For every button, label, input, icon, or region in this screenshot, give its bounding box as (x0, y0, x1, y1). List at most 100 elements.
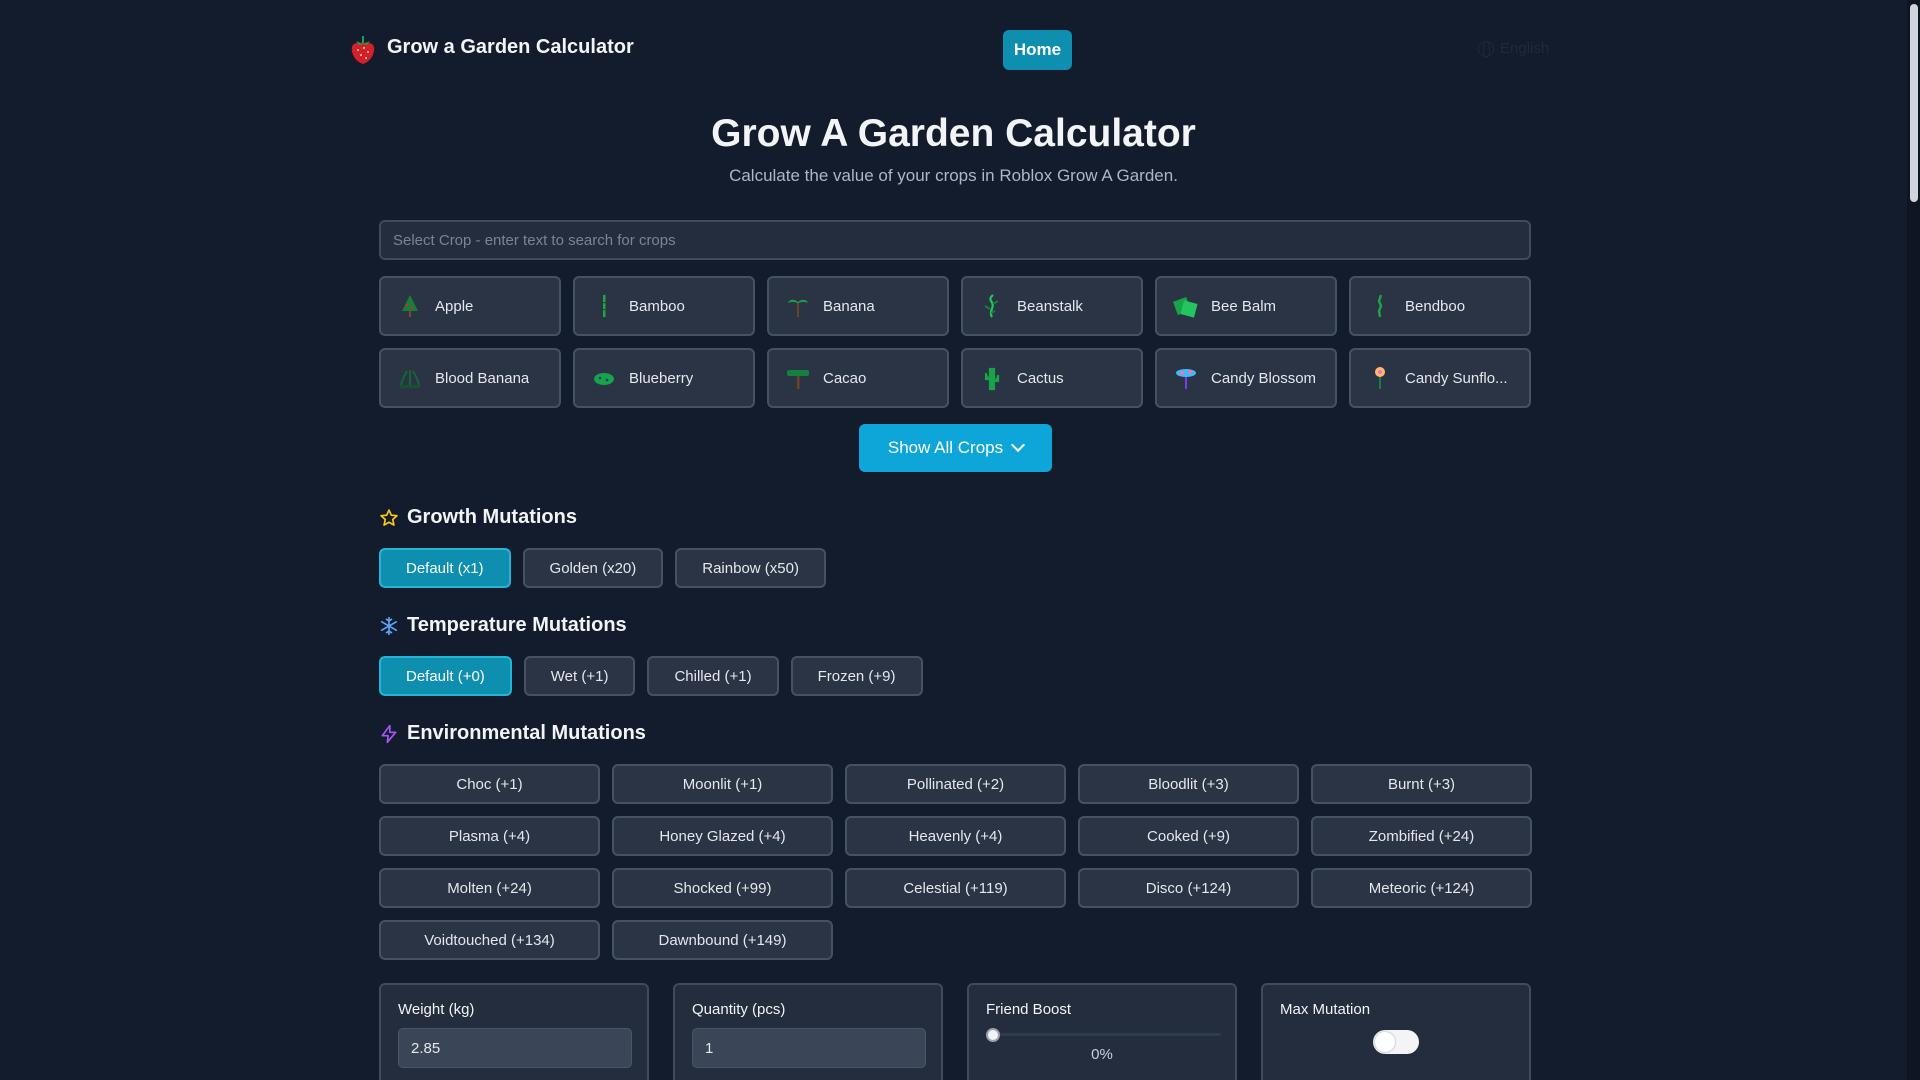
environmental-mutation-option[interactable]: Burnt (+3) (1311, 764, 1532, 804)
crop-option[interactable]: Cactus (961, 348, 1143, 408)
language-label: English (1500, 40, 1550, 57)
show-all-crops-button[interactable]: Show All Crops (859, 424, 1052, 472)
crop-option[interactable]: Banana (767, 276, 949, 336)
nav-home-button[interactable]: Home (1003, 30, 1072, 70)
language-selector[interactable]: English (1478, 40, 1550, 58)
environmental-mutation-option[interactable]: Choc (+1) (379, 764, 600, 804)
bamboo-icon (591, 293, 617, 319)
globe-icon (1478, 40, 1494, 58)
top-header: Grow a Garden Calculator Home English (0, 0, 1907, 100)
environmental-mutation-option[interactable]: Moonlit (+1) (612, 764, 833, 804)
toggle-knob (1375, 1032, 1395, 1052)
max-mutation-card: Max Mutation (1261, 983, 1531, 1080)
crop-option[interactable]: Candy Sunflo... (1349, 348, 1531, 408)
crop-option[interactable]: Blood Banana (379, 348, 561, 408)
environmental-mutation-option[interactable]: Voidtouched (+134) (379, 920, 600, 960)
environmental-mutation-option[interactable]: Shocked (+99) (612, 868, 833, 908)
temperature-mutations-title: Temperature Mutations (407, 614, 627, 636)
growth-mutations-header: Growth Mutations (379, 506, 577, 529)
crop-label: Cactus (1017, 369, 1064, 387)
quantity-label: Quantity (pcs) (692, 1001, 786, 1018)
calculator-inputs: Weight (kg) Quantity (pcs) Friend Boost … (379, 983, 1531, 1080)
crop-label: Beanstalk (1017, 297, 1083, 315)
bendboo-icon (1367, 293, 1393, 319)
crop-label: Bendboo (1405, 297, 1466, 315)
page-subtitle: Calculate the value of your crops in Rob… (729, 166, 1178, 185)
slider-handle[interactable] (986, 1028, 1000, 1042)
temperature-mutation-option[interactable]: Wet (+1) (523, 656, 636, 696)
temperature-mutation-option[interactable]: Default (+0) (379, 656, 512, 696)
crop-label: Candy Sunflo... (1405, 369, 1508, 387)
environmental-mutation-options: Choc (+1) Moonlit (+1) Pollinated (+2) Bloo… (379, 764, 1532, 960)
environmental-mutation-option[interactable]: Disco (+124) (1078, 868, 1299, 908)
environmental-mutation-option[interactable]: Bloodlit (+3) (1078, 764, 1299, 804)
crop-option[interactable]: Blueberry (573, 348, 755, 408)
environmental-mutation-option[interactable]: Celestial (+119) (845, 868, 1066, 908)
crop-label: Blood Banana (435, 369, 530, 387)
apple-tree-icon (397, 293, 423, 319)
environmental-mutation-option[interactable]: Molten (+24) (379, 868, 600, 908)
quantity-card: Quantity (pcs) (673, 983, 943, 1080)
page-title: Grow A Garden Calculator (711, 112, 1196, 155)
chevron-down-icon (1011, 437, 1026, 453)
environmental-mutations-title: Environmental Mutations (407, 722, 646, 744)
crop-label: Cacao (823, 369, 867, 387)
quantity-input[interactable] (692, 1028, 926, 1068)
friend-boost-slider[interactable] (986, 1028, 1221, 1042)
beanstalk-icon (979, 293, 1005, 319)
max-mutation-toggle[interactable] (1373, 1030, 1419, 1054)
crop-option[interactable]: Bee Balm (1155, 276, 1337, 336)
friend-boost-value: 0% (1091, 1046, 1113, 1063)
brand-title[interactable]: Grow a Garden Calculator (387, 36, 634, 59)
scrollbar-thumb[interactable] (1910, 4, 1918, 202)
crop-option[interactable]: Bamboo (573, 276, 755, 336)
snowflake-icon (380, 616, 398, 635)
environmental-mutation-option[interactable]: Honey Glazed (+4) (612, 816, 833, 856)
temperature-mutation-options: Default (+0) Wet (+1) Chilled (+1) Frozen (… (379, 656, 923, 696)
lightning-icon (381, 724, 397, 743)
blood-banana-icon (397, 365, 423, 391)
environmental-mutations-header: Environmental Mutations (379, 722, 646, 745)
crop-option[interactable]: Cacao (767, 348, 949, 408)
crop-label: Apple (435, 297, 474, 315)
slider-track (986, 1033, 1221, 1036)
temperature-mutation-option[interactable]: Frozen (+9) (790, 656, 923, 696)
crop-grid: Apple Bamboo Banana Beanstalk Bee Balm Bendbo… (379, 276, 1531, 408)
environmental-mutation-option[interactable]: Cooked (+9) (1078, 816, 1299, 856)
environmental-mutation-option[interactable]: Meteoric (+124) (1311, 868, 1532, 908)
growth-mutation-option[interactable]: Rainbow (x50) (675, 548, 826, 588)
growth-mutations-title: Growth Mutations (407, 506, 577, 528)
crop-label: Bee Balm (1211, 297, 1277, 315)
cacao-tree-icon (785, 365, 811, 391)
temperature-mutation-option[interactable]: Chilled (+1) (647, 656, 779, 696)
friend-boost-card: Friend Boost 0% (967, 983, 1237, 1080)
growth-mutation-option[interactable]: Default (x1) (379, 548, 511, 588)
environmental-mutation-option[interactable]: Pollinated (+2) (845, 764, 1066, 804)
show-all-label: Show All Crops (887, 438, 1004, 457)
candy-sunflower-icon (1367, 365, 1393, 391)
weight-card: Weight (kg) (379, 983, 649, 1080)
environmental-mutation-option[interactable]: Plasma (+4) (379, 816, 600, 856)
crop-label: Banana (823, 297, 875, 315)
star-icon (380, 508, 398, 526)
crop-option[interactable]: Bendboo (1349, 276, 1531, 336)
temperature-mutations-header: Temperature Mutations (379, 614, 627, 637)
growth-mutation-option[interactable]: Golden (x20) (522, 548, 664, 588)
max-mutation-label: Max Mutation (1280, 1001, 1371, 1018)
crop-option[interactable]: Candy Blossom (1155, 348, 1337, 408)
strawberry-logo-icon (351, 36, 375, 64)
environmental-mutation-option[interactable]: Heavenly (+4) (845, 816, 1066, 856)
weight-input[interactable] (398, 1028, 632, 1068)
crop-label: Blueberry (629, 369, 694, 387)
candy-blossom-icon (1173, 365, 1199, 391)
crop-label: Bamboo (629, 297, 685, 315)
blueberry-bush-icon (591, 365, 617, 391)
growth-mutation-options: Default (x1) Golden (x20) Rainbow (x50) (379, 548, 826, 588)
crop-option[interactable]: Beanstalk (961, 276, 1143, 336)
bee-balm-icon (1173, 293, 1199, 319)
crop-search-input[interactable] (379, 220, 1531, 260)
weight-label: Weight (kg) (398, 1001, 475, 1018)
environmental-mutation-option[interactable]: Zombified (+24) (1311, 816, 1532, 856)
crop-option[interactable]: Apple (379, 276, 561, 336)
environmental-mutation-option[interactable]: Dawnbound (+149) (612, 920, 833, 960)
